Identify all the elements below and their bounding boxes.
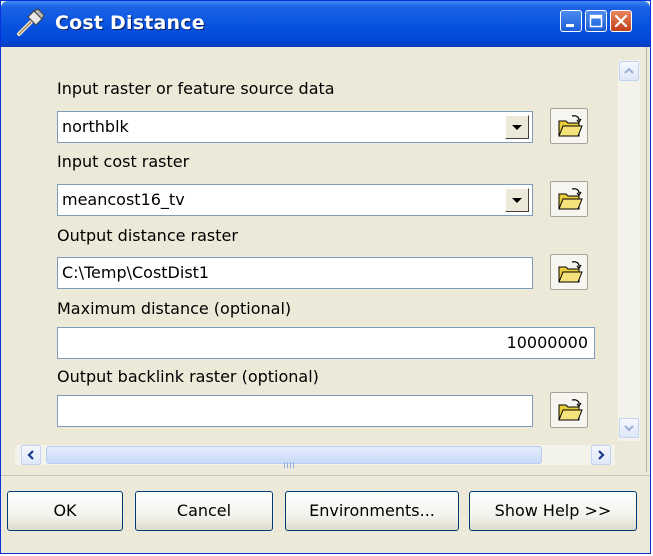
max-distance-label: Maximum distance (optional) <box>57 299 292 318</box>
input-source-label: Input raster or feature source data <box>57 79 335 98</box>
scroll-up-button[interactable] <box>619 61 639 81</box>
maximize-icon <box>589 14 603 28</box>
ok-button[interactable]: OK <box>7 491 123 531</box>
minimize-icon <box>566 24 574 27</box>
open-folder-icon <box>558 115 583 137</box>
open-folder-icon <box>558 188 583 210</box>
scroll-grip <box>284 453 298 468</box>
input-cost-dropdown-button[interactable] <box>505 188 529 212</box>
show-help-button[interactable]: Show Help >> <box>469 491 637 531</box>
input-cost-value: meancost16_tv <box>62 190 185 209</box>
title-bar[interactable]: Cost Distance <box>1 1 650 47</box>
horizontal-scroll-thumb[interactable] <box>46 446 542 468</box>
scroll-right-button[interactable] <box>591 445 611 465</box>
open-folder-icon <box>558 261 583 283</box>
environments-button[interactable]: Environments... <box>285 491 459 531</box>
cost-distance-dialog: Cost Distance Input raster or feature so… <box>0 0 651 554</box>
chevron-down-icon <box>624 425 634 432</box>
chevron-down-icon <box>512 198 522 203</box>
max-distance-value: 10000000 <box>506 333 588 352</box>
output-backlink-label: Output backlink raster (optional) <box>57 367 319 386</box>
output-distance-input[interactable]: C:\Temp\CostDist1 <box>57 257 533 289</box>
scroll-down-button[interactable] <box>619 418 639 438</box>
minimize-button[interactable] <box>560 10 582 32</box>
vertical-scrollbar[interactable] <box>618 60 640 441</box>
horizontal-scrollbar[interactable] <box>15 445 615 468</box>
chevron-up-icon <box>624 67 634 74</box>
close-button[interactable] <box>610 10 632 32</box>
input-source-dropdown[interactable]: northblk <box>57 111 533 143</box>
input-source-value: northblk <box>62 117 129 136</box>
scroll-left-button[interactable] <box>21 445 41 465</box>
output-distance-label: Output distance raster <box>57 226 238 245</box>
input-source-dropdown-button[interactable] <box>505 115 529 139</box>
output-distance-value: C:\Temp\CostDist1 <box>62 263 210 282</box>
input-cost-browse-button[interactable] <box>550 181 588 217</box>
max-distance-input[interactable]: 10000000 <box>57 327 595 359</box>
close-icon <box>614 14 628 28</box>
hammer-icon <box>17 8 45 36</box>
chevron-down-icon <box>512 125 522 130</box>
cancel-button[interactable]: Cancel <box>135 491 273 531</box>
input-source-browse-button[interactable] <box>550 108 588 144</box>
maximize-button[interactable] <box>585 10 607 32</box>
window-title: Cost Distance <box>55 12 205 34</box>
output-backlink-input[interactable] <box>57 395 533 427</box>
chevron-right-icon <box>598 450 605 460</box>
chevron-left-icon <box>27 450 34 460</box>
input-cost-dropdown[interactable]: meancost16_tv <box>57 184 533 216</box>
output-distance-browse-button[interactable] <box>550 254 588 290</box>
open-folder-icon <box>558 399 583 421</box>
input-cost-label: Input cost raster <box>57 152 190 171</box>
output-backlink-browse-button[interactable] <box>550 392 588 428</box>
